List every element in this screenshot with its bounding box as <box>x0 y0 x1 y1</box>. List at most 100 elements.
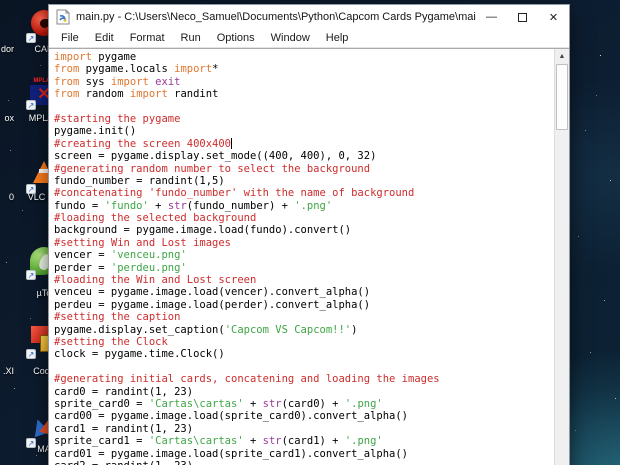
code-segment: from <box>54 88 80 101</box>
menu-item-run[interactable]: Run <box>173 32 209 44</box>
code-line: #loading the Win and Lost screen <box>54 274 554 286</box>
code-segment: random <box>79 88 130 101</box>
code-line: sprite_card1 = 'Cartas\cartas' + str(car… <box>54 435 554 447</box>
code-segment: venceu = pygame.image.load(vencer).conve… <box>54 286 371 299</box>
code-segment: card00 = pygame.image.load(sprite_card0)… <box>54 410 409 423</box>
code-segment: import <box>174 63 213 76</box>
shortcut-arrow-icon <box>26 270 36 280</box>
menu-item-format[interactable]: Format <box>122 32 173 44</box>
code-segment: (fundo_number) + <box>186 199 295 212</box>
code-line: #generating random number to select the … <box>54 163 554 175</box>
code-segment: #starting the pygame <box>54 112 181 125</box>
vertical-scrollbar[interactable]: ▲ <box>554 49 569 465</box>
code-segment: import <box>129 88 168 101</box>
code-line: #creating the screen 400x400 <box>54 137 554 150</box>
code-segment: pygame.display.set_caption( <box>54 323 225 336</box>
code-segment: #generating random number to select the … <box>54 162 371 175</box>
menu-bar: File Edit Format Run Options Window Help <box>49 29 569 48</box>
code-segment: clock = pygame.time.Clock() <box>54 348 225 361</box>
code-line: fundo_number = randint(1,5) <box>54 175 554 187</box>
minimize-icon: — <box>486 11 497 23</box>
menu-item-edit[interactable]: Edit <box>87 32 122 44</box>
code-segment: vencer = <box>54 249 111 262</box>
menu-item-file[interactable]: File <box>53 32 87 44</box>
code-segment: sprite_card1 = <box>54 435 149 448</box>
code-line: perder = 'perdeu.png' <box>54 262 554 274</box>
code-line: clock = pygame.time.Clock() <box>54 348 554 360</box>
menu-item-help[interactable]: Help <box>318 32 357 44</box>
code-segment: import <box>54 51 92 63</box>
code-segment: sys <box>79 75 111 88</box>
code-segment: #setting the Clock <box>54 335 168 348</box>
code-segment: 'Cartas\cartas' <box>148 397 244 410</box>
menu-item-options[interactable]: Options <box>209 32 263 44</box>
code-segment: (card1) + <box>281 435 345 448</box>
code-segment: background = pygame.image.load(fundo).co… <box>54 224 352 237</box>
code-line: import pygame <box>54 51 554 63</box>
code-line: perdeu = pygame.image.load(perder).conve… <box>54 299 554 311</box>
code-segment: ) <box>351 323 358 336</box>
scrollbar-up-button[interactable]: ▲ <box>555 49 569 63</box>
title-bar[interactable]: main.py - C:\Users\Neco_Samuel\Documents… <box>49 5 569 29</box>
code-line: pygame.init() <box>54 125 554 137</box>
code-segment: * <box>212 63 219 76</box>
code-line: card1 = randint(1, 23) <box>54 423 554 435</box>
shortcut-arrow-icon <box>26 33 36 43</box>
code-segment: 'perdeu.png' <box>110 261 187 274</box>
code-segment: sprite_card0 = <box>54 397 149 410</box>
edge-icon-label: dor <box>0 44 14 54</box>
code-line: #setting Win and Lost images <box>54 237 554 249</box>
shortcut-arrow-icon <box>26 349 36 359</box>
code-segment: 'Capcom VS Capcom!!' <box>224 323 352 336</box>
code-segment: card1 = randint(1, 23) <box>54 422 194 435</box>
menu-item-window[interactable]: Window <box>263 32 318 44</box>
code-line: #generating initial cards, concatening a… <box>54 373 554 385</box>
idle-editor-window: main.py - C:\Users\Neco_Samuel\Documents… <box>48 4 570 465</box>
code-segment: #setting the caption <box>54 311 181 324</box>
code-line: #starting the pygame <box>54 113 554 125</box>
code-segment: 'Cartas\cartas' <box>148 435 244 448</box>
code-segment: perder = <box>54 261 111 274</box>
code-segment: #creating the screen 400x400 <box>54 137 232 150</box>
edge-icon-label: 0 <box>8 192 14 202</box>
code-segment: card01 = pygame.image.load(sprite_card1)… <box>54 447 409 460</box>
code-line: card00 = pygame.image.load(sprite_card0)… <box>54 410 554 422</box>
code-line: screen = pygame.display.set_mode((400, 4… <box>54 150 554 162</box>
code-segment: str <box>167 199 187 212</box>
code-segment: 'venceu.png' <box>110 249 187 262</box>
text-caret <box>231 137 233 149</box>
code-segment: perdeu = pygame.image.load(perder).conve… <box>54 298 371 311</box>
code-line: sprite_card0 = 'Cartas\cartas' + str(car… <box>54 398 554 410</box>
code-segment: card0 = randint(1, 23) <box>54 385 194 398</box>
code-segment: #setting Win and Lost images <box>54 236 232 249</box>
code-line: card2 = randint(1, 23) <box>54 460 554 465</box>
code-segment: str <box>262 435 282 448</box>
maximize-button[interactable] <box>507 5 538 29</box>
code-segment: from <box>54 63 80 76</box>
code-segment: screen = pygame.display.set_mode((400, 4… <box>54 150 377 163</box>
code-segment: fundo = <box>54 199 105 212</box>
code-segment: 'fundo' <box>104 199 149 212</box>
code-segment: fundo_number = randint(1,5) <box>54 174 225 187</box>
code-line: card01 = pygame.image.load(sprite_card1)… <box>54 448 554 460</box>
code-segment: '.png' <box>294 199 333 212</box>
edge-icon-label: XI. <box>2 366 14 376</box>
code-segment: #generating initial cards, concatening a… <box>54 373 440 386</box>
code-line: #loading the selected background <box>54 212 554 224</box>
code-segment: #loading the selected background <box>54 212 257 225</box>
code-segment: pygame <box>91 51 137 63</box>
code-segment: randint <box>167 88 219 101</box>
code-segment: pygame.init() <box>54 125 137 138</box>
code-line: vencer = 'venceu.png' <box>54 249 554 261</box>
code-line: card0 = randint(1, 23) <box>54 386 554 398</box>
code-area[interactable]: import pygame from pygame.locals import* f… <box>49 49 554 465</box>
minimize-button[interactable]: — <box>476 5 507 29</box>
scrollbar-thumb[interactable] <box>556 64 568 130</box>
code-segment: + <box>148 199 168 212</box>
close-button[interactable]: ✕ <box>538 5 569 29</box>
code-segment: card2 = randint(1, 23) <box>54 460 193 465</box>
code-segment: '.png' <box>344 435 383 448</box>
close-icon: ✕ <box>548 11 559 24</box>
maximize-icon <box>518 12 527 22</box>
scroll-up-arrow-icon: ▲ <box>558 52 566 60</box>
